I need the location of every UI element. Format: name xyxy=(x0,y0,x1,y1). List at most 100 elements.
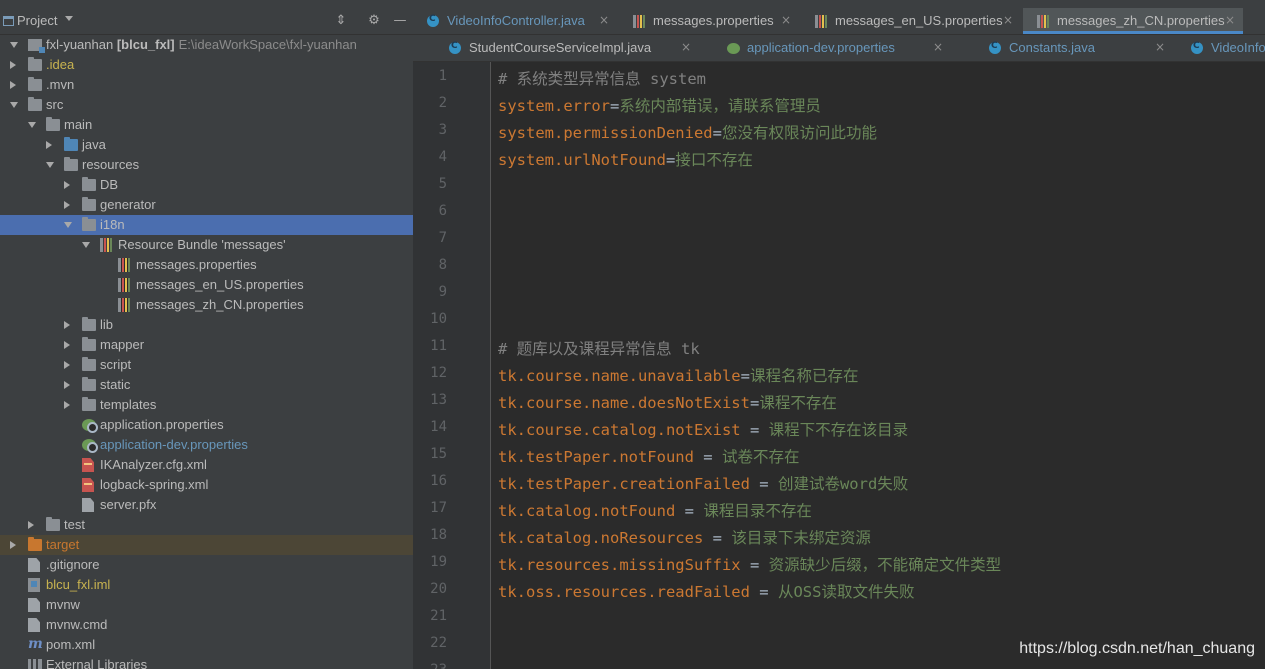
expand-arrow-down-icon[interactable] xyxy=(82,242,90,248)
tree-item[interactable]: .mvn xyxy=(0,75,413,95)
tree-item[interactable]: test xyxy=(0,515,413,535)
code-line[interactable]: tk.catalog.notFound = 课程目录不存在 xyxy=(498,499,812,521)
tree-item-name: fxl-yuanhan xyxy=(46,37,114,52)
code-line[interactable]: tk.course.name.doesNotExist=课程不存在 xyxy=(498,391,837,413)
expand-arrow-down-icon[interactable] xyxy=(64,222,72,228)
expand-arrow-right-icon[interactable] xyxy=(10,81,16,89)
close-icon[interactable]: × xyxy=(599,13,609,27)
tree-item[interactable]: m pom.xml xyxy=(0,635,413,655)
code-line[interactable]: # 系统类型异常信息 system xyxy=(498,67,706,89)
tree-item[interactable]: External Libraries xyxy=(0,655,413,669)
tree-item[interactable]: target xyxy=(0,535,413,555)
expand-arrow-down-icon[interactable] xyxy=(10,42,18,48)
iml-file-icon xyxy=(28,578,40,592)
project-view-selector[interactable]: Project xyxy=(17,13,57,28)
tree-item[interactable]: blcu_fxl.iml xyxy=(0,575,413,595)
editor-tab[interactable]: messages_zh_CN.properties × xyxy=(1023,8,1243,34)
close-icon[interactable]: × xyxy=(1003,13,1013,27)
code-line[interactable]: system.urlNotFound=接口不存在 xyxy=(498,148,753,170)
editor-tab[interactable]: StudentCourseServiceImpl.java × xyxy=(435,35,699,61)
editor-tab[interactable]: VideoInfoSe xyxy=(1177,35,1265,61)
expand-arrow-right-icon[interactable] xyxy=(46,141,52,149)
editor-tab[interactable]: VideoInfoController.java × xyxy=(413,8,617,34)
tree-item[interactable]: application-dev.properties xyxy=(0,435,413,455)
key-value-separator: = xyxy=(749,475,778,493)
expand-arrow-right-icon[interactable] xyxy=(64,181,70,189)
tree-item[interactable]: messages_zh_CN.properties xyxy=(0,295,413,315)
code-line[interactable]: tk.course.name.unavailable=课程名称已存在 xyxy=(498,364,859,386)
expand-arrow-right-icon[interactable] xyxy=(64,321,70,329)
editor-tab[interactable]: messages.properties × xyxy=(619,8,799,34)
libraries-icon xyxy=(28,659,42,669)
project-icon xyxy=(3,16,14,26)
tree-item[interactable]: mapper xyxy=(0,335,413,355)
tree-item[interactable]: main xyxy=(0,115,413,135)
hide-panel-icon[interactable]: — xyxy=(392,13,408,29)
tree-item-label: application-dev.properties xyxy=(100,437,248,452)
tree-item[interactable]: application.properties xyxy=(0,415,413,435)
properties-file-icon xyxy=(118,278,130,292)
property-value: 您没有权限访问此功能 xyxy=(721,124,877,142)
close-icon[interactable]: × xyxy=(1155,40,1165,54)
tree-item[interactable]: Resource Bundle 'messages' xyxy=(0,235,413,255)
tree-item[interactable]: messages_en_US.properties xyxy=(0,275,413,295)
close-icon[interactable]: × xyxy=(781,13,791,27)
tree-item[interactable]: .idea xyxy=(0,55,413,75)
code-line[interactable]: tk.catalog.noResources = 该目录下未绑定资源 xyxy=(498,526,871,548)
close-icon[interactable]: × xyxy=(681,40,691,54)
tree-item[interactable]: script xyxy=(0,355,413,375)
tree-item-name: mapper xyxy=(100,337,145,352)
code-line[interactable]: # 题库以及课程异常信息 tk xyxy=(498,337,700,359)
tree-item[interactable]: mvnw.cmd xyxy=(0,615,413,635)
tree-item[interactable]: i18n xyxy=(0,215,413,235)
gear-icon[interactable]: ⚙ xyxy=(366,13,382,29)
code-line[interactable]: tk.resources.missingSuffix = 资源缺少后缀，不能确定… xyxy=(498,553,1001,575)
tree-item-name: lib xyxy=(100,317,114,332)
tree-item[interactable]: templates xyxy=(0,395,413,415)
tree-item[interactable]: .gitignore xyxy=(0,555,413,575)
tree-item-label: mvnw.cmd xyxy=(46,617,107,632)
code-line[interactable]: tk.testPaper.notFound = 试卷不存在 xyxy=(498,445,799,467)
expand-arrow-right-icon[interactable] xyxy=(64,381,70,389)
tree-item-label: lib xyxy=(100,317,113,332)
code-line[interactable]: system.permissionDenied=您没有权限访问此功能 xyxy=(498,121,877,143)
expand-arrow-right-icon[interactable] xyxy=(64,401,70,409)
close-icon[interactable]: × xyxy=(933,40,943,54)
tree-item[interactable]: messages.properties xyxy=(0,255,413,275)
folder-icon xyxy=(82,217,96,231)
code-line[interactable]: tk.testPaper.creationFailed = 创建试卷word失败 xyxy=(498,472,908,494)
editor-tab[interactable]: messages_en_US.properties × xyxy=(801,8,1021,34)
expand-arrow-right-icon[interactable] xyxy=(10,61,16,69)
tree-item-name: blcu_fxl.iml xyxy=(46,577,111,592)
expand-arrow-right-icon[interactable] xyxy=(64,341,70,349)
editor-tab[interactable]: Constants.java × xyxy=(975,35,1173,61)
expand-arrow-right-icon[interactable] xyxy=(10,541,16,549)
tree-item[interactable]: IKAnalyzer.cfg.xml xyxy=(0,455,413,475)
tree-item[interactable]: lib xyxy=(0,315,413,335)
tree-item[interactable]: src xyxy=(0,95,413,115)
line-number: 16 xyxy=(430,473,447,489)
code-line[interactable]: system.error=系统内部错误，请联系管理员 xyxy=(498,94,821,116)
expand-arrow-right-icon[interactable] xyxy=(64,361,70,369)
tree-item[interactable]: logback-spring.xml xyxy=(0,475,413,495)
editor-tab[interactable]: application-dev.properties × xyxy=(713,35,951,61)
tree-item[interactable]: generator xyxy=(0,195,413,215)
tree-item[interactable]: fxl-yuanhan [blcu_fxl] E:\ideaWorkSpace\f… xyxy=(0,35,413,55)
code-line[interactable]: tk.course.catalog.notExist = 课程下不存在该目录 xyxy=(498,418,908,440)
folder-icon xyxy=(82,197,96,211)
expand-arrow-right-icon[interactable] xyxy=(64,201,70,209)
tree-item[interactable]: server.pfx xyxy=(0,495,413,515)
tree-item[interactable]: mvnw xyxy=(0,595,413,615)
tree-item[interactable]: resources xyxy=(0,155,413,175)
expand-arrow-right-icon[interactable] xyxy=(28,521,34,529)
expand-arrow-down-icon[interactable] xyxy=(10,102,18,108)
chevron-down-icon[interactable] xyxy=(65,16,73,21)
collapse-all-icon[interactable]: ⇕ xyxy=(333,13,349,29)
expand-arrow-down-icon[interactable] xyxy=(46,162,54,168)
tree-item[interactable]: DB xyxy=(0,175,413,195)
tree-item[interactable]: static xyxy=(0,375,413,395)
code-line[interactable]: tk.oss.resources.readFailed = 从OSS读取文件失败 xyxy=(498,580,914,602)
close-icon[interactable]: × xyxy=(1225,13,1235,27)
expand-arrow-down-icon[interactable] xyxy=(28,122,36,128)
tree-item[interactable]: java xyxy=(0,135,413,155)
